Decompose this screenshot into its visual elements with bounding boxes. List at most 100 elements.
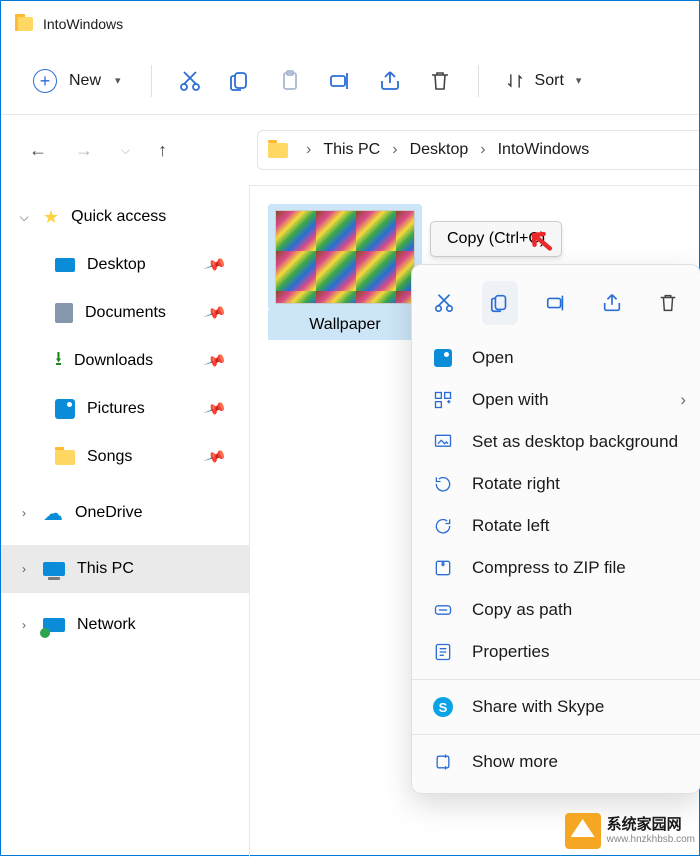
file-item[interactable]: Wallpaper (268, 204, 422, 340)
ctx-rename-button[interactable] (538, 281, 574, 325)
ctx-delete-button[interactable] (650, 281, 686, 325)
ctx-copy-path[interactable]: Copy as path (412, 589, 700, 631)
pin-icon: 📌 (203, 397, 228, 421)
rename-icon[interactable] (328, 69, 352, 93)
ctx-set-bg[interactable]: Set as desktop background (412, 421, 700, 463)
sidebar-pictures[interactable]: Pictures 📌 (1, 385, 249, 433)
label: Quick access (71, 208, 166, 226)
file-thumbnail (275, 210, 415, 304)
chevron-right-icon: › (17, 618, 31, 632)
ctx-share-button[interactable] (594, 281, 630, 325)
divider (412, 734, 700, 735)
rotate-left-icon (432, 515, 454, 537)
new-label: New (69, 72, 101, 90)
ctx-properties[interactable]: Properties (412, 631, 700, 673)
share-icon[interactable] (378, 69, 402, 93)
copy-icon[interactable] (228, 69, 252, 93)
sort-label: Sort (535, 72, 564, 90)
path-icon (432, 599, 454, 621)
chevron-down-icon: ▾ (115, 74, 121, 87)
ctx-rotate-right[interactable]: Rotate right (412, 463, 700, 505)
plus-icon: + (33, 69, 57, 93)
watermark: 系统家园网 www.hnzkhbsb.com (565, 813, 695, 849)
chevron-down-icon: ▾ (576, 74, 582, 87)
delete-icon[interactable] (428, 69, 452, 93)
rotate-right-icon (432, 473, 454, 495)
chevron-right-icon: › (17, 562, 31, 576)
folder-icon (15, 17, 33, 31)
ctx-share-skype[interactable]: SShare with Skype (412, 686, 700, 728)
forward-button[interactable]: → (75, 140, 93, 161)
sidebar-this-pc[interactable]: › This PC (1, 545, 249, 593)
divider (478, 65, 479, 97)
pin-icon: 📌 (203, 253, 228, 277)
divider (412, 679, 700, 680)
cloud-icon: ☁ (43, 501, 63, 526)
tooltip-text: Copy (Ctrl+C) (447, 230, 545, 247)
address-bar[interactable]: › This PC › Desktop › IntoWindows (249, 115, 699, 185)
folder-icon (55, 450, 75, 465)
label: Songs (87, 448, 132, 466)
network-icon (43, 618, 65, 632)
sidebar-downloads[interactable]: ⭳ Downloads 📌 (1, 337, 249, 385)
pc-icon (43, 562, 65, 576)
pin-icon: 📌 (203, 301, 228, 325)
back-button[interactable]: ← (29, 140, 47, 161)
sidebar-network[interactable]: › Network (1, 601, 249, 649)
desktop-bg-icon (432, 431, 454, 453)
history-dropdown[interactable]: ⌵ (121, 143, 130, 158)
context-menu: Open Open with› Set as desktop backgroun… (411, 264, 700, 794)
chevron-right-icon: › (306, 141, 311, 159)
open-with-icon (432, 389, 454, 411)
desktop-icon (55, 258, 75, 272)
up-button[interactable]: ↑ (158, 140, 167, 161)
label: Documents (85, 304, 166, 322)
titlebar: IntoWindows (1, 1, 699, 47)
label: Pictures (87, 400, 145, 418)
cut-icon[interactable] (178, 69, 202, 93)
divider (151, 65, 152, 97)
open-icon (432, 347, 454, 369)
breadcrumb-this-pc[interactable]: This PC (323, 141, 380, 159)
breadcrumb-desktop[interactable]: Desktop (410, 141, 469, 159)
file-name: Wallpaper (268, 310, 422, 340)
pin-icon: 📌 (203, 445, 228, 469)
ctx-open-with[interactable]: Open with› (412, 379, 700, 421)
zip-icon (432, 557, 454, 579)
label: Downloads (74, 352, 153, 370)
tooltip: Copy (Ctrl+C) (430, 221, 562, 257)
label: Desktop (87, 256, 146, 274)
ctx-show-more[interactable]: Show more (412, 741, 700, 783)
star-icon: ★ (43, 207, 59, 228)
nav-controls: ← → ⌵ ↑ (1, 115, 249, 185)
label: OneDrive (75, 504, 143, 522)
new-button[interactable]: + New ▾ (29, 65, 125, 97)
ctx-compress[interactable]: Compress to ZIP file (412, 547, 700, 589)
ctx-copy-button[interactable] (482, 281, 518, 325)
sidebar-documents[interactable]: Documents 📌 (1, 289, 249, 337)
chevron-down-icon: ⌵ (17, 210, 31, 225)
folder-icon (268, 143, 288, 158)
sidebar-songs[interactable]: Songs 📌 (1, 433, 249, 481)
paste-icon[interactable] (278, 69, 302, 93)
properties-icon (432, 641, 454, 663)
sidebar-quick-access[interactable]: ⌵ ★ Quick access (1, 193, 249, 241)
chevron-right-icon: › (680, 390, 686, 410)
pin-icon: 📌 (203, 349, 228, 373)
ctx-open[interactable]: Open (412, 337, 700, 379)
watermark-text: 系统家园网 (607, 817, 695, 834)
watermark-url: www.hnzkhbsb.com (607, 834, 695, 845)
more-icon (432, 751, 454, 773)
downloads-icon: ⭳ (55, 344, 62, 378)
label: This PC (77, 560, 134, 578)
breadcrumb-current[interactable]: IntoWindows (498, 141, 590, 159)
chevron-right-icon: › (17, 506, 31, 520)
toolbar: + New ▾ Sort ▾ (1, 47, 699, 115)
watermark-logo (565, 813, 601, 849)
chevron-right-icon: › (480, 141, 485, 159)
ctx-rotate-left[interactable]: Rotate left (412, 505, 700, 547)
ctx-cut-button[interactable] (426, 281, 462, 325)
sidebar-desktop[interactable]: Desktop 📌 (1, 241, 249, 289)
sidebar-onedrive[interactable]: › ☁ OneDrive (1, 489, 249, 537)
sort-button[interactable]: Sort ▾ (505, 71, 582, 91)
